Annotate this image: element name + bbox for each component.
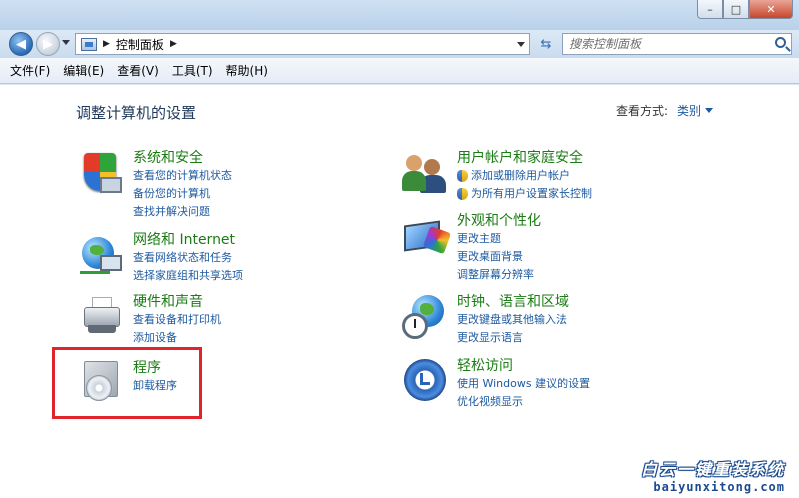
category-ease-of-access: 轻松访问 使用 Windows 建议的设置 优化视频显示 [457, 357, 590, 411]
category-title-clock-language[interactable]: 时钟、语言和区域 [457, 293, 569, 311]
appearance-icon[interactable] [402, 213, 452, 261]
address-toolbar: ◀ ▶ ▶ 控制面板 ▶ ⇆ [0, 30, 799, 58]
view-by-dropdown[interactable]: 类别 [677, 102, 701, 119]
category-network: 网络和 Internet 查看网络状态和任务 选择家庭组和共享选项 [133, 231, 243, 285]
category-system-security: 系统和安全 查看您的计算机状态 备份您的计算机 查找并解决问题 [133, 149, 232, 221]
category-title-hardware-sound[interactable]: 硬件和声音 [133, 293, 221, 311]
category-title-appearance[interactable]: 外观和个性化 [457, 212, 541, 230]
category-clock-language: 时钟、语言和区域 更改键盘或其他输入法 更改显示语言 [457, 293, 569, 347]
clock-globe-icon[interactable] [402, 295, 450, 343]
menu-view[interactable]: 查看(V) [117, 62, 159, 79]
view-by-chevron-down-icon[interactable] [705, 108, 713, 113]
menu-bar: 文件(F) 编辑(E) 查看(V) 工具(T) 帮助(H) [0, 58, 799, 84]
category-title-user-accounts[interactable]: 用户帐户和家庭安全 [457, 149, 592, 167]
link-optimize-display[interactable]: 优化视频显示 [457, 393, 590, 411]
link-backup-computer[interactable]: 备份您的计算机 [133, 185, 232, 203]
link-devices-printers[interactable]: 查看设备和打印机 [133, 311, 221, 329]
menu-edit[interactable]: 编辑(E) [63, 62, 104, 79]
link-change-keyboard[interactable]: 更改键盘或其他输入法 [457, 311, 569, 329]
link-screen-resolution[interactable]: 调整屏幕分辨率 [457, 266, 541, 284]
menu-help[interactable]: 帮助(H) [226, 62, 268, 79]
highlight-annotation [52, 347, 202, 419]
link-change-theme[interactable]: 更改主题 [457, 230, 541, 248]
watermark-url: baiyunxitong.com [653, 480, 785, 494]
watermark-title: 白云一键重装系统 [640, 460, 785, 479]
link-add-remove-accounts-label: 添加或删除用户帐户 [471, 169, 570, 182]
breadcrumb-separator-end[interactable]: ▶ [170, 39, 177, 49]
ease-of-access-icon[interactable] [402, 357, 450, 405]
maximize-button[interactable]: □ [723, 0, 749, 19]
control-panel-icon [81, 37, 97, 51]
link-view-network-status[interactable]: 查看网络状态和任务 [133, 249, 243, 267]
search-input[interactable] [563, 34, 763, 54]
link-parental-controls-label: 为所有用户设置家长控制 [471, 187, 592, 200]
link-homegroup-sharing[interactable]: 选择家庭组和共享选项 [133, 267, 243, 285]
category-hardware-sound: 硬件和声音 查看设备和打印机 添加设备 [133, 293, 221, 347]
breadcrumb-separator[interactable]: ▶ [103, 39, 110, 49]
shield-icon[interactable] [78, 151, 126, 199]
page-title: 调整计算机的设置 [76, 104, 197, 122]
menu-tools[interactable]: 工具(T) [172, 62, 213, 79]
search-box[interactable] [562, 33, 792, 55]
category-user-accounts: 用户帐户和家庭安全 添加或删除用户帐户 为所有用户设置家长控制 [457, 149, 592, 203]
link-recommended-settings[interactable]: 使用 Windows 建议的设置 [457, 375, 590, 393]
close-button[interactable]: ✕ [749, 0, 793, 19]
back-button[interactable]: ◀ [9, 32, 33, 56]
search-icon[interactable] [775, 37, 786, 48]
category-title-system-security[interactable]: 系统和安全 [133, 149, 232, 167]
link-view-computer-status[interactable]: 查看您的计算机状态 [133, 167, 232, 185]
window-controls: – □ ✕ [697, 0, 793, 19]
view-by-label: 查看方式: [616, 104, 669, 118]
category-title-ease-of-access[interactable]: 轻松访问 [457, 357, 590, 375]
category-appearance: 外观和个性化 更改主题 更改桌面背景 调整屏幕分辨率 [457, 212, 541, 284]
title-bar: – □ ✕ [0, 0, 799, 30]
address-dropdown-icon[interactable] [517, 42, 525, 47]
link-parental-controls[interactable]: 为所有用户设置家长控制 [457, 185, 592, 203]
forward-button[interactable]: ▶ [36, 32, 60, 56]
breadcrumb-control-panel[interactable]: 控制面板 [116, 36, 164, 53]
link-find-fix-problems[interactable]: 查找并解决问题 [133, 203, 232, 221]
refresh-button[interactable]: ⇆ [533, 33, 559, 55]
users-icon[interactable] [402, 151, 450, 199]
printer-icon[interactable] [78, 293, 126, 341]
menu-file[interactable]: 文件(F) [10, 62, 50, 79]
link-change-background[interactable]: 更改桌面背景 [457, 248, 541, 266]
address-bar[interactable]: ▶ 控制面板 ▶ [75, 33, 530, 55]
link-change-display-language[interactable]: 更改显示语言 [457, 329, 569, 347]
uac-shield-icon [457, 188, 468, 200]
uac-shield-icon [457, 170, 468, 182]
control-panel-content: 调整计算机的设置 查看方式: 类别 系统和安全 查看您的计算机状态 备份您的计算… [0, 85, 799, 498]
recent-pages-dropdown-icon[interactable] [62, 40, 70, 45]
link-add-device[interactable]: 添加设备 [133, 329, 221, 347]
watermark: 白云一键重装系统 baiyunxitong.com [641, 456, 785, 494]
minimize-button[interactable]: – [697, 0, 723, 19]
category-title-network[interactable]: 网络和 Internet [133, 231, 243, 249]
network-globe-icon[interactable] [78, 233, 126, 281]
link-add-remove-accounts[interactable]: 添加或删除用户帐户 [457, 167, 592, 185]
